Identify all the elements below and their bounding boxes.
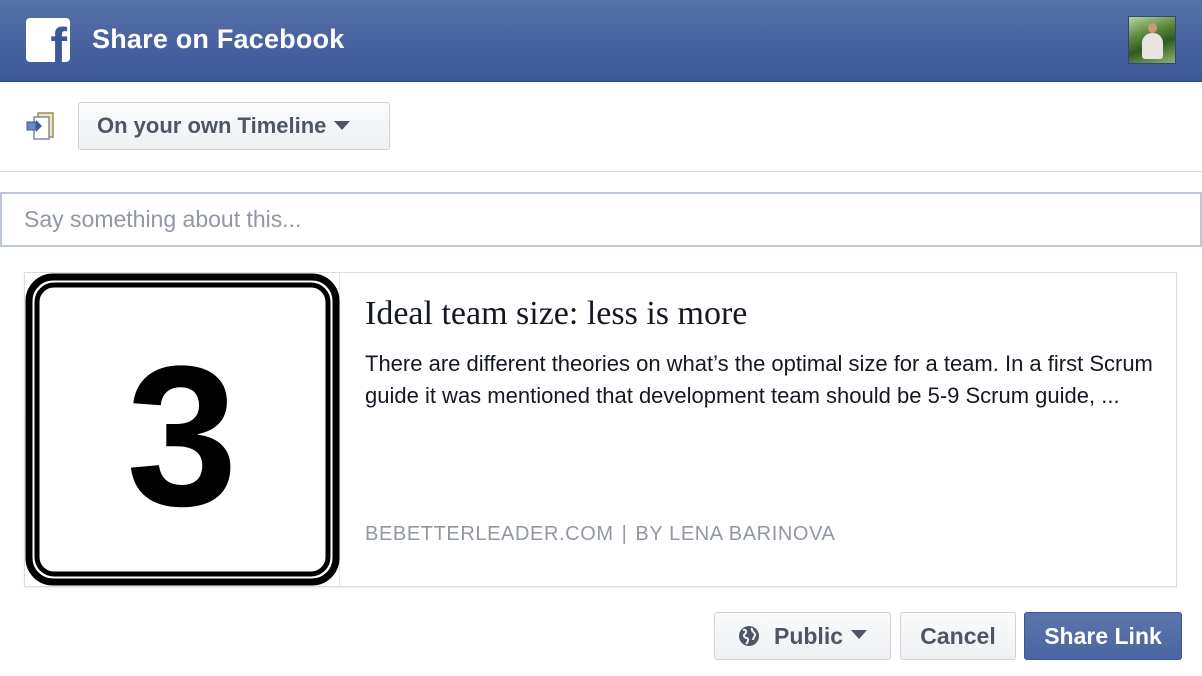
link-preview-meta: BEBETTERLEADER.COM | BY LENA BARINOVA <box>365 523 835 546</box>
link-preview-description: There are different theories on what’s t… <box>365 351 1153 408</box>
link-preview-title: Ideal team size: less is more <box>365 295 748 332</box>
cancel-button[interactable]: Cancel <box>900 612 1016 660</box>
chevron-down-icon <box>851 630 867 639</box>
chevron-down-icon <box>334 121 351 131</box>
link-preview-author: BY LENA BARINOVA <box>635 523 836 545</box>
facebook-logo-icon: f <box>26 18 70 62</box>
share-comment-input[interactable] <box>0 192 1202 247</box>
link-preview-domain: BEBETTERLEADER.COM <box>365 523 614 545</box>
number-3-sign-icon: 3 <box>25 273 340 586</box>
share-destination-dropdown[interactable]: On your own Timeline <box>78 102 390 150</box>
thumbnail-number: 3 <box>126 325 237 548</box>
dialog-title: Share on Facebook <box>92 24 345 54</box>
globe-icon <box>738 626 759 646</box>
share-destination-label: On your own Timeline <box>97 113 327 138</box>
timeline-share-icon <box>26 112 54 140</box>
privacy-selector-button[interactable]: Public <box>714 612 891 660</box>
link-preview-card[interactable]: 3 Ideal team size: less is more There ar… <box>24 272 1177 587</box>
user-avatar[interactable] <box>1128 16 1176 64</box>
facebook-logo-letter: f <box>50 18 67 62</box>
share-link-button[interactable]: Share Link <box>1024 612 1182 660</box>
dialog-header: f Share on Facebook <box>0 0 1202 82</box>
meta-separator: | <box>621 523 628 545</box>
share-destination-row: On your own Timeline <box>0 82 1202 172</box>
link-preview-thumbnail: 3 <box>25 273 340 586</box>
privacy-label: Public <box>773 622 843 649</box>
